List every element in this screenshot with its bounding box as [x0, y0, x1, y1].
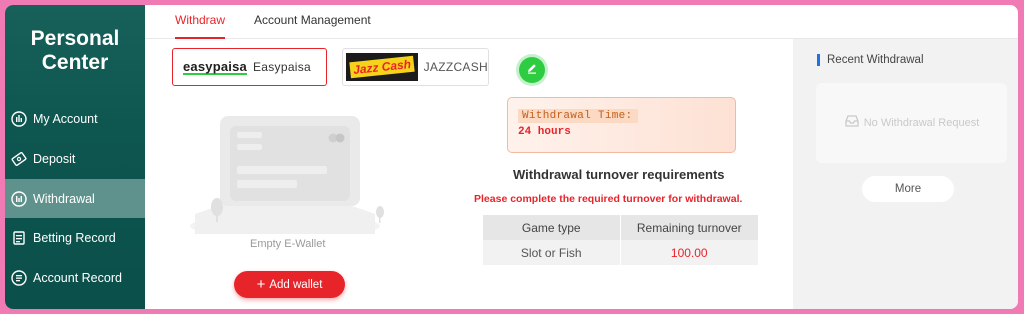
remaining-turnover-cell: 100.00 [620, 240, 759, 265]
recent-withdrawal-panel: Recent Withdrawal No Withdrawal Request … [793, 39, 1018, 309]
sidebar-item-my-account[interactable]: My Account [5, 99, 145, 138]
no-withdrawal-text: No Withdrawal Request [863, 117, 980, 129]
turnover-table: Game type Remaining turnover Slot or Fis… [483, 215, 759, 265]
sidebar-item-label: Account Record [33, 270, 122, 285]
withdrawal-time-value: 24 hours [518, 126, 571, 138]
sidebar-item-label: Withdrawal [33, 191, 95, 206]
deposit-icon [11, 151, 27, 167]
empty-wallet-text: Empty E-Wallet [250, 238, 326, 250]
recent-withdrawal-list: No Withdrawal Request [816, 83, 1007, 163]
sidebar-item-label: Betting Record [33, 230, 116, 245]
sidebar-item-label: My Account [33, 111, 98, 126]
sidebar-item-account-record[interactable]: Account Record [5, 258, 145, 297]
requirements-note: Please complete the required turnover fo… [474, 193, 743, 205]
wallet-card-jazzcash[interactable]: Jazz Cash JAZZCASH [342, 48, 489, 86]
tab-account-management[interactable]: Account Management [254, 5, 371, 39]
plus-icon: + [256, 275, 266, 293]
edit-wallet-button[interactable] [519, 57, 545, 83]
betting-record-icon [11, 230, 27, 246]
sidebar-title-line2: Center [41, 51, 109, 74]
withdrawal-time-box: Withdrawal Time: 24 hours [507, 97, 736, 153]
app-frame: Personal Center My Account Deposit Withd… [5, 5, 1018, 309]
table-row: Slot or Fish 100.00 [483, 240, 759, 265]
add-wallet-label: Add wallet [269, 278, 323, 291]
game-type-cell: Slot or Fish [483, 240, 621, 265]
sidebar-item-deposit[interactable]: Deposit [5, 139, 145, 178]
withdrawal-time-label: Withdrawal Time: [518, 109, 639, 123]
empty-wallet-illustration [175, 104, 390, 238]
wallet-name: Easypaisa [252, 60, 312, 74]
requirements-title: Withdrawal turnover requirements [513, 167, 725, 182]
sidebar-item-label: Deposit [33, 151, 76, 166]
main-content: easypaisa Easypaisa Jazz Cash JAZZCASH E… [145, 39, 793, 309]
recent-withdrawal-title: Recent Withdrawal [817, 54, 924, 66]
tab-withdraw[interactable]: Withdraw [175, 5, 226, 39]
column-header-game-type: Game type [483, 215, 621, 240]
easypaisa-logo: easypaisa [183, 58, 247, 75]
empty-inbox-icon [844, 114, 860, 133]
sidebar-item-betting-record[interactable]: Betting Record [5, 218, 145, 257]
table-header-row: Game type Remaining turnover [483, 215, 759, 240]
jazzcash-logo: Jazz Cash [346, 53, 418, 81]
sidebar-title-line1: Personal [30, 27, 120, 50]
wallet-card-easypaisa[interactable]: easypaisa Easypaisa [172, 48, 327, 86]
sidebar: Personal Center My Account Deposit Withd… [5, 5, 145, 309]
wallet-name: JAZZCASH [423, 60, 488, 74]
more-button[interactable]: More [862, 176, 954, 202]
sidebar-title: Personal Center [5, 27, 145, 75]
account-icon [11, 110, 27, 127]
account-record-icon [11, 269, 27, 286]
column-header-remaining-turnover: Remaining turnover [620, 215, 759, 240]
jazzcash-logo-text: Jazz Cash [349, 55, 415, 79]
tab-bar: Withdraw Account Management [145, 5, 1018, 39]
sidebar-item-withdrawal[interactable]: Withdrawal [5, 179, 145, 218]
withdrawal-icon [11, 190, 27, 207]
pencil-icon [525, 61, 539, 80]
add-wallet-button[interactable]: + Add wallet [234, 271, 345, 298]
